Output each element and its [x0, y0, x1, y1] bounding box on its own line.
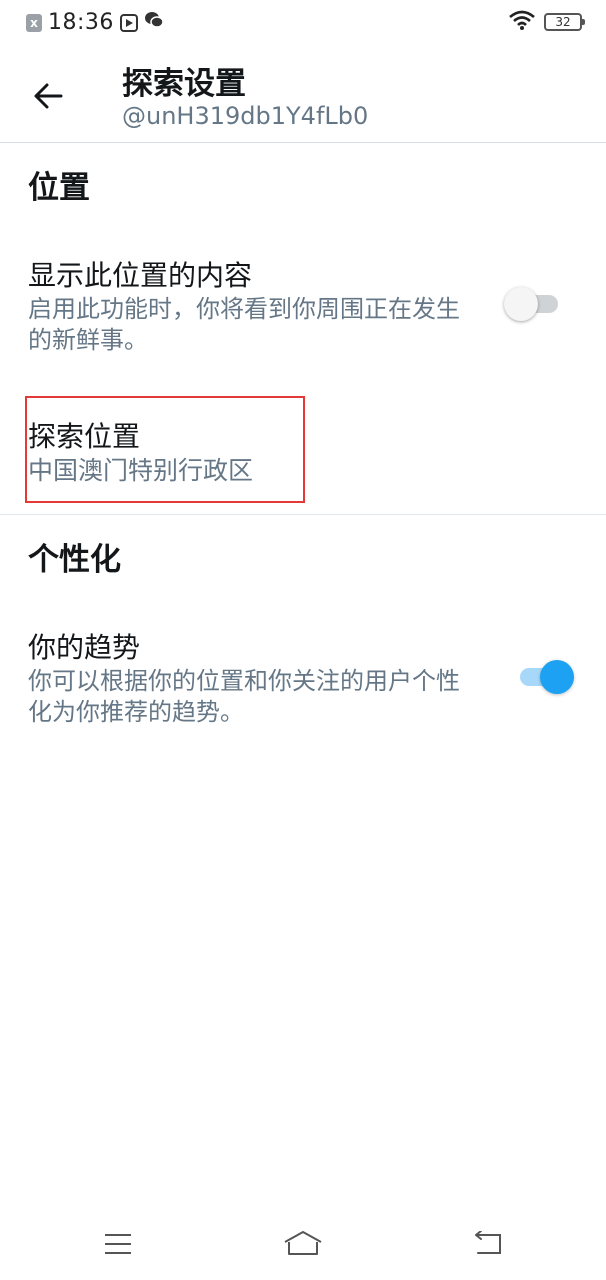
location-section-title: 位置 [28, 170, 90, 206]
status-bar: x 18:36 32 [0, 0, 606, 48]
section-divider [0, 514, 606, 515]
toggle-thumb [540, 660, 574, 694]
wifi-icon [508, 10, 536, 34]
trends-label: 你的趋势 [28, 631, 141, 664]
app-header: 探索设置 @unH319db1Y4fLb0 [0, 48, 606, 143]
highlight-box [25, 396, 305, 503]
trends-description: 你可以根据你的位置和你关注的用户个性化为你推荐的趋势。 [28, 667, 460, 726]
home-icon [284, 1231, 322, 1255]
home-button[interactable] [273, 1224, 333, 1264]
show-content-toggle[interactable] [504, 283, 564, 323]
toggle-thumb [504, 287, 538, 321]
notification-x-icon: x [26, 13, 42, 32]
media-play-icon [119, 13, 138, 32]
menu-icon [105, 1234, 131, 1254]
arrow-left-icon [34, 83, 63, 109]
show-content-description: 启用此功能时，你将看到你周围正在发生的新鲜事。 [28, 295, 460, 354]
status-time: 18:36 [48, 10, 114, 35]
trends-toggle[interactable] [514, 656, 574, 696]
system-back-button[interactable] [458, 1224, 518, 1264]
account-handle: @unH319db1Y4fLb0 [122, 102, 369, 130]
page-title: 探索设置 [122, 66, 246, 102]
back-icon [475, 1231, 501, 1254]
menu-button[interactable] [88, 1224, 148, 1264]
wechat-icon [144, 11, 164, 34]
status-bar-left: x 18:36 [26, 10, 164, 35]
back-button[interactable] [22, 70, 74, 122]
personalization-section-title: 个性化 [28, 542, 121, 578]
show-content-label: 显示此位置的内容 [28, 259, 253, 292]
status-bar-right: 32 [508, 10, 585, 34]
system-nav-bar [0, 1210, 606, 1280]
battery-icon: 32 [544, 13, 585, 31]
